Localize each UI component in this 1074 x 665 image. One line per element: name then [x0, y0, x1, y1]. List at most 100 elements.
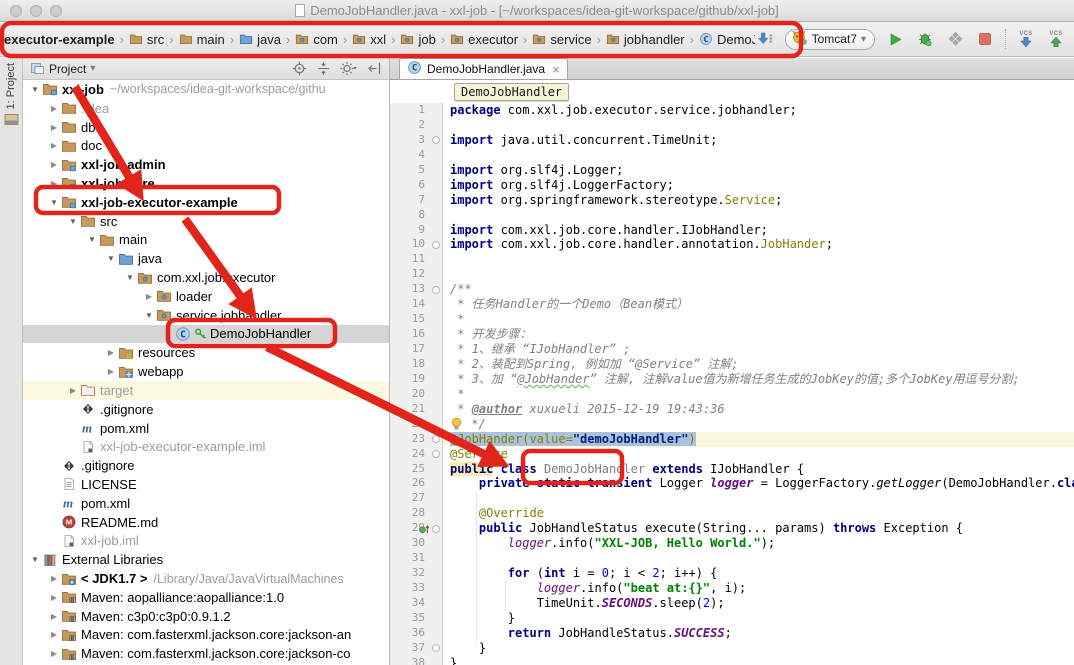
code-line-23[interactable]: 23@JobHander(value="demoJobHandler") — [390, 432, 1074, 447]
project-tool-window-button[interactable]: 1: Project — [4, 63, 19, 131]
close-tab-icon[interactable]: × — [552, 62, 560, 77]
code-line-24[interactable]: 24@Service — [390, 447, 1074, 462]
breadcrumb-item-xxl[interactable]: xxl — [352, 32, 386, 47]
tree-item-pom-xml[interactable]: mpom.xml — [23, 494, 389, 513]
tree-expand-arrow[interactable]: ▶ — [48, 160, 60, 169]
code-line-31[interactable]: 31 — [390, 551, 1074, 566]
code-line-36[interactable]: 36 return JobHandleStatus.SUCCESS; — [390, 626, 1074, 641]
tree-item-maven-com-fasterxml-jackson-core-jackson-co[interactable]: ▶Maven: com.fasterxml.jackson.core:jacks… — [23, 644, 389, 663]
code-line-17[interactable]: 17 * 1、继承 “IJobHandler” ; — [390, 342, 1074, 357]
code-line-34[interactable]: 34 TimeUnit.SECONDS.sleep(2); — [390, 596, 1074, 611]
tree-item-gitignore[interactable]: .gitignore — [23, 456, 389, 475]
code-line-13[interactable]: 13/** — [390, 282, 1074, 297]
code-line-6[interactable]: 6import org.slf4j.LoggerFactory; — [390, 178, 1074, 193]
code-line-32[interactable]: 32 for (int i = 0; i < 2; i++) { — [390, 566, 1074, 581]
code-line-38[interactable]: 38} — [390, 656, 1074, 665]
breadcrumb-item-src[interactable]: src — [129, 32, 164, 47]
settings-gear-icon[interactable] — [340, 61, 358, 76]
fold-marker[interactable] — [432, 450, 440, 458]
code-line-9[interactable]: 9import com.xxl.job.core.handler.IJobHan… — [390, 223, 1074, 238]
tree-item-webapp[interactable]: ▶webapp — [23, 362, 389, 381]
fold-marker[interactable] — [432, 286, 440, 294]
code-area[interactable]: 1package com.xxl.job.executor.service.jo… — [390, 103, 1074, 665]
vcs-update-button[interactable]: VCS — [1016, 28, 1036, 50]
tree-item-demojobhandler[interactable]: CDemoJobHandler — [23, 325, 389, 344]
code-line-37[interactable]: 37 } — [390, 641, 1074, 656]
code-line-11[interactable]: 11 — [390, 252, 1074, 267]
tree-expand-arrow[interactable]: ▶ — [105, 367, 117, 376]
code-line-5[interactable]: 5import org.slf4j.Logger; — [390, 163, 1074, 178]
tree-expand-arrow[interactable]: ▼ — [29, 555, 41, 564]
code-line-35[interactable]: 35 } — [390, 611, 1074, 626]
tree-item-java[interactable]: ▼java — [23, 249, 389, 268]
code-line-19[interactable]: 19 * 3、加 “@JobHander” 注解, 注解value值为新增任务生… — [390, 372, 1074, 387]
tree-expand-arrow[interactable]: ▼ — [143, 311, 155, 320]
tree-expand-arrow[interactable]: ▶ — [143, 292, 155, 301]
code-line-15[interactable]: 15 * — [390, 312, 1074, 327]
breadcrumb-item-executor[interactable]: executor — [450, 32, 518, 47]
code-line-7[interactable]: 7import org.springframework.stereotype.S… — [390, 193, 1074, 208]
code-line-4[interactable]: 4 — [390, 148, 1074, 163]
code-line-18[interactable]: 18 * 2、装配到Spring, 例如加 “@Service” 注解; — [390, 357, 1074, 372]
tree-expand-arrow[interactable]: ▶ — [48, 123, 60, 132]
tree-item-xxl-job-core[interactable]: ▶xxl-job-core — [23, 174, 389, 193]
tree-expand-arrow[interactable]: ▶ — [105, 348, 117, 357]
tree-item-maven-com-fasterxml-jackson-core-jackson-an[interactable]: ▶Maven: com.fasterxml.jackson.core:jacks… — [23, 626, 389, 645]
tree-expand-arrow[interactable]: ▶ — [48, 574, 60, 583]
tree-expand-arrow[interactable]: ▼ — [67, 217, 79, 226]
tree-item-xxl-job-executor-example-iml[interactable]: xxl-job-executor-example.iml — [23, 437, 389, 456]
tree-item-xxl-job-admin[interactable]: ▶xxl-job-admin — [23, 155, 389, 174]
fold-marker[interactable] — [432, 644, 440, 652]
fold-marker[interactable] — [432, 136, 440, 144]
tree-item-resources[interactable]: ▶resources — [23, 343, 389, 362]
tree-item-gitignore[interactable]: .gitignore — [23, 400, 389, 419]
code-line-25[interactable]: 25public class DemoJobHandler extends IJ… — [390, 462, 1074, 477]
tree-expand-arrow[interactable]: ▼ — [124, 273, 136, 282]
code-line-20[interactable]: 20 * — [390, 387, 1074, 402]
tree-expand-arrow[interactable]: ▶ — [48, 649, 60, 658]
tree-item-maven-aopalliance-aopalliance-1-0[interactable]: ▶Maven: aopalliance:aopalliance:1.0 — [23, 588, 389, 607]
fold-marker[interactable] — [432, 435, 440, 443]
tree-item-xxl-job-iml[interactable]: xxl-job.iml — [23, 532, 389, 551]
editor-tab[interactable]: C DemoJobHandler.java × — [399, 58, 568, 79]
code-line-1[interactable]: 1package com.xxl.job.executor.service.jo… — [390, 103, 1074, 118]
code-line-26[interactable]: 26 private static transient Logger logge… — [390, 476, 1074, 491]
class-name-chip[interactable]: DemoJobHandler — [454, 83, 569, 101]
tree-item-idea[interactable]: ▶.idea — [23, 99, 389, 118]
tree-expand-arrow[interactable]: ▶ — [48, 141, 60, 150]
tree-expand-arrow[interactable]: ▶ — [48, 630, 60, 639]
fold-marker[interactable] — [432, 525, 440, 533]
breadcrumb-item-jobhandler[interactable]: jobhandler — [606, 32, 685, 47]
code-line-3[interactable]: 3import java.util.concurrent.TimeUnit; — [390, 133, 1074, 148]
code-line-8[interactable]: 8 — [390, 208, 1074, 223]
code-line-30[interactable]: 30 logger.info("XXL-JOB, Hello World."); — [390, 536, 1074, 551]
code-line-22[interactable]: 22 */ — [390, 417, 1074, 432]
breadcrumb-item-service[interactable]: service — [532, 32, 591, 47]
code-line-33[interactable]: 33 logger.info("beat at:{}", i); — [390, 581, 1074, 596]
tree-expand-arrow[interactable]: ▼ — [29, 85, 41, 94]
override-marker-icon[interactable] — [419, 523, 430, 535]
debug-button[interactable] — [915, 28, 935, 50]
breadcrumb-item-job[interactable]: job — [400, 32, 435, 47]
breadcrumb-item-com[interactable]: com — [295, 32, 338, 47]
vcs-commit-button[interactable]: VCS — [1046, 28, 1066, 50]
run-config-selector[interactable]: Tomcat7 ▾ — [785, 29, 875, 50]
navigate-down-icon[interactable] — [755, 28, 775, 50]
tree-item-license[interactable]: LICENSE — [23, 475, 389, 494]
code-line-16[interactable]: 16 * 开发步骤： — [390, 327, 1074, 342]
hide-panel-icon[interactable] — [367, 61, 382, 76]
stop-button[interactable] — [975, 28, 995, 50]
tree-item-jdk1-7[interactable]: ▶< JDK1.7 > /Library/Java/JavaVirtualMac… — [23, 569, 389, 588]
locate-icon[interactable] — [292, 61, 307, 76]
tree-item-target[interactable]: ▶target — [23, 381, 389, 400]
tree-item-db[interactable]: ▶db — [23, 118, 389, 137]
code-line-10[interactable]: 10import com.xxl.job.core.handler.annota… — [390, 237, 1074, 252]
run-button[interactable] — [885, 28, 905, 50]
tree-item-loader[interactable]: ▶loader — [23, 287, 389, 306]
code-line-2[interactable]: 2 — [390, 118, 1074, 133]
code-line-21[interactable]: 21 * @author xuxueli 2015-12-19 19:43:36 — [390, 402, 1074, 417]
tree-expand-arrow[interactable]: ▼ — [86, 235, 98, 244]
code-line-14[interactable]: 14 * 任务Handler的一个Demo（Bean模式） — [390, 297, 1074, 312]
tree-expand-arrow[interactable]: ▶ — [48, 593, 60, 602]
tree-item-main[interactable]: ▼main — [23, 231, 389, 250]
